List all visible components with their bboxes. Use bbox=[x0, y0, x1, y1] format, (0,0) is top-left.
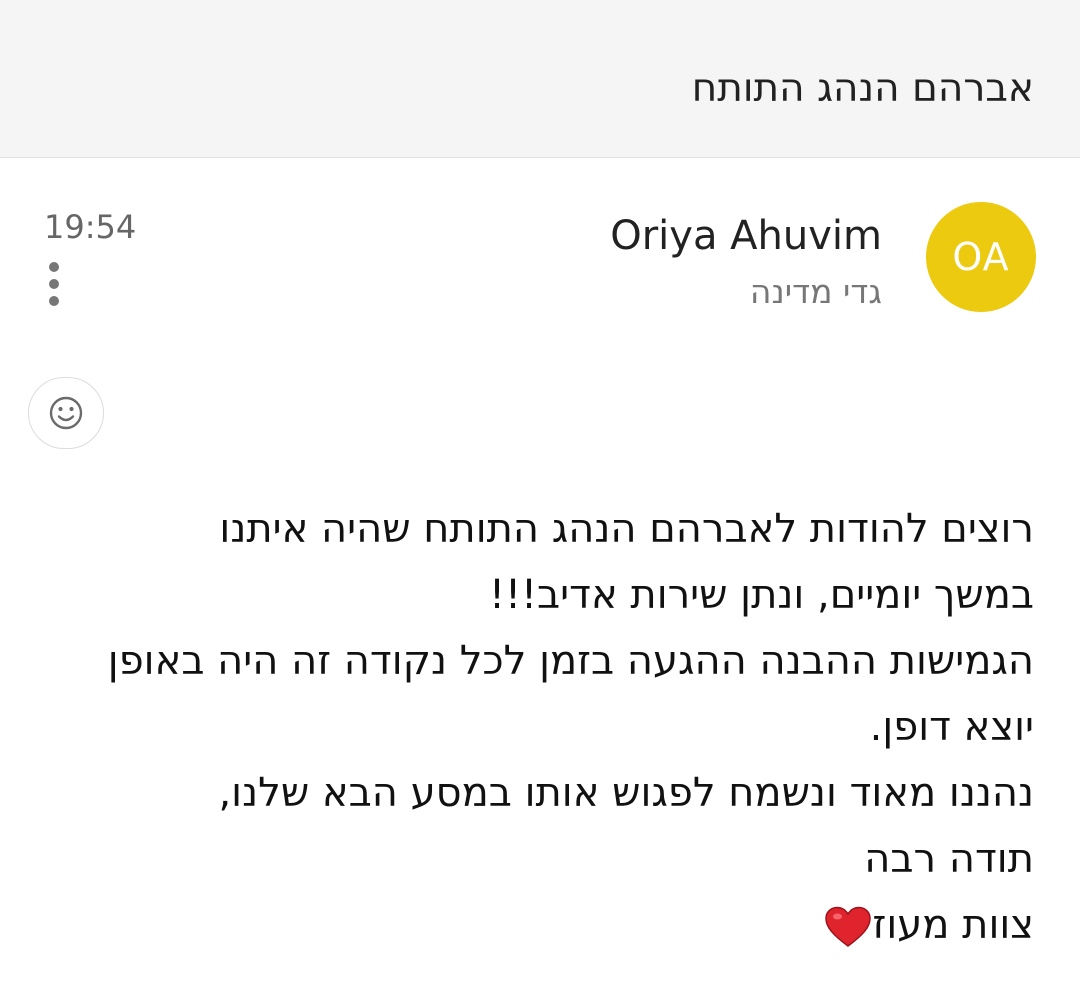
sender-subtitle: גדי מדינה bbox=[749, 272, 882, 311]
smiley-icon bbox=[49, 396, 83, 430]
message-signature-line: צוות מעוז bbox=[34, 892, 1034, 958]
sender-name[interactable]: Oriya Ahuvim bbox=[610, 206, 882, 266]
message-line: הגמישות ההבנה ההגעה בזמן לכל נקודה זה הי… bbox=[107, 638, 1034, 684]
sender-avatar[interactable]: OA bbox=[926, 202, 1036, 312]
message-time: 19:54 bbox=[44, 208, 137, 246]
subject-bar: אברהם הנהג התותח bbox=[0, 0, 1080, 158]
add-reaction-button[interactable] bbox=[28, 377, 104, 449]
red-heart-icon bbox=[824, 906, 871, 947]
avatar-initials: OA bbox=[952, 235, 1010, 279]
signature-text: צוות מעוז bbox=[872, 902, 1034, 948]
message-line: יוצא דופן. bbox=[869, 704, 1034, 750]
message-line: רוצים להודות לאברהם הנהג התותח שהיה איתנ… bbox=[219, 506, 1034, 552]
message-line: במשך יומיים, ונתן שירות אדיב!!! bbox=[488, 572, 1034, 618]
subject-title: אברהם הנהג התותח bbox=[691, 66, 1034, 111]
message-line: תודה רבה bbox=[864, 836, 1034, 882]
message-body: רוצים להודות לאברהם הנהג התותח שהיה איתנ… bbox=[34, 496, 1034, 958]
more-options-button[interactable] bbox=[30, 256, 78, 312]
message-line: נהננו מאוד ונשמח לפגוש אותו במסע הבא שלנ… bbox=[218, 770, 1034, 816]
